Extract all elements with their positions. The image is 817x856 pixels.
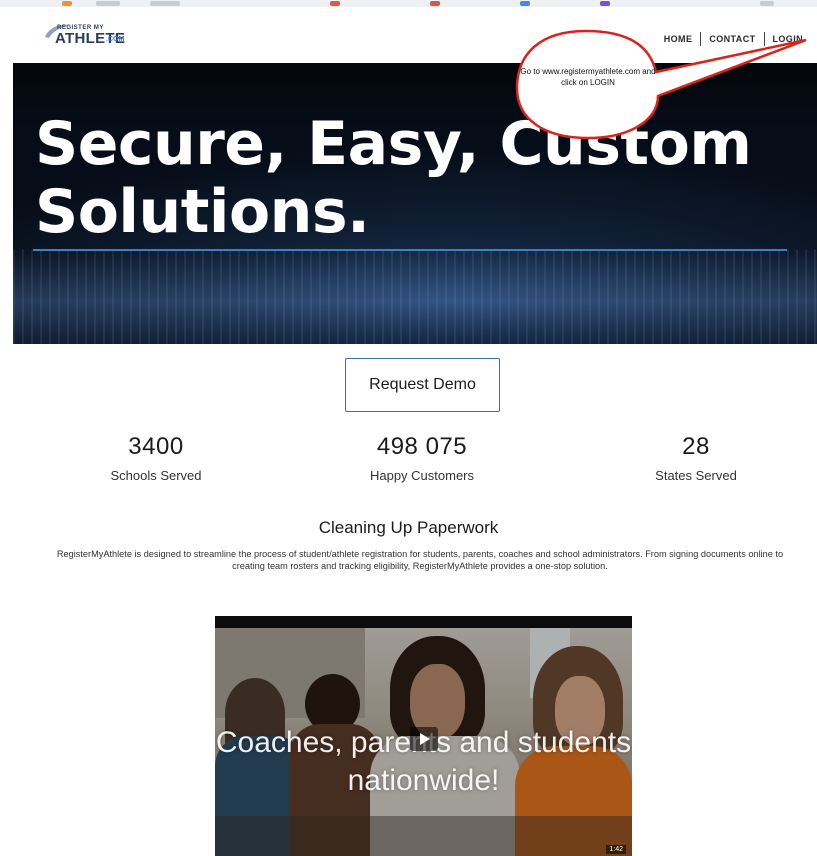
site-header: REGISTER MY ATHLETE .COM HOME CONTACT LO…	[13, 13, 817, 63]
hero-divider	[33, 249, 787, 251]
stat-value: 498 075	[376, 433, 468, 460]
about-description: RegisterMyAthlete is designed to streaml…	[56, 549, 784, 571]
site-logo[interactable]: REGISTER MY ATHLETE .COM	[43, 23, 143, 55]
video-duration: 1:42	[606, 845, 626, 854]
stat-value: 3400	[128, 433, 184, 460]
stat-customers: 498 075 Happy Customers	[312, 432, 532, 483]
video-player[interactable]: Coaches, parents and students nationwide…	[215, 616, 632, 856]
logo-suffix-text: .COM	[106, 36, 125, 43]
stat-schools: 3400 Schools Served	[46, 432, 266, 483]
hero-headline: Secure, Easy, Custom Solutions.	[35, 109, 752, 247]
stat-label: Schools Served	[110, 468, 202, 483]
hero-banner: Secure, Easy, Custom Solutions.	[13, 63, 817, 344]
nav-login-link[interactable]: LOGIN	[765, 34, 812, 44]
about-title: Cleaning Up Paperwork	[318, 518, 499, 537]
callout-text: Go to www.registermyathlete.com and clic…	[520, 67, 656, 87]
request-demo-button[interactable]: Request Demo	[345, 358, 500, 412]
browser-bookmarks-bar	[0, 0, 817, 7]
stat-value: 28	[682, 433, 710, 460]
nav-contact-link[interactable]: CONTACT	[701, 34, 763, 44]
stat-label: States Served	[655, 468, 737, 483]
main-nav: HOME CONTACT LOGIN	[656, 32, 811, 46]
nav-home-link[interactable]: HOME	[656, 34, 701, 44]
stat-label: Happy Customers	[369, 468, 475, 483]
stat-states: 28 States Served	[586, 432, 806, 483]
play-icon[interactable]	[410, 727, 438, 751]
